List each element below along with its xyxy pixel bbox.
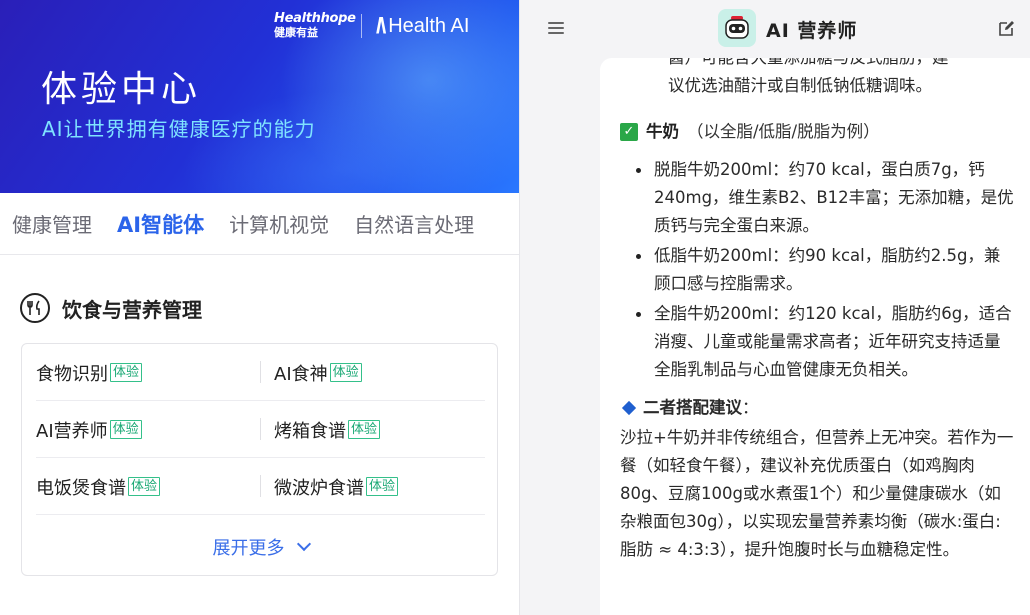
feature-label: 食物识别: [36, 363, 108, 385]
section-title: 饮食与营养管理: [62, 297, 202, 322]
try-badge[interactable]: 体验: [109, 420, 142, 439]
healthhope-logo: Healthhope 健康有益: [274, 12, 356, 38]
feature-label: 烤箱食谱: [274, 420, 346, 442]
feature-food-recognition[interactable]: 食物识别 体验: [36, 344, 143, 401]
page-subtitle: AI让世界拥有健康医疗的能力: [42, 117, 316, 141]
message-line: 酱）可能含大量添加糖与反式脂肪，建: [620, 58, 1015, 72]
feature-card: 食物识别 体验 AI食神 体验 AI营养师 体验 烤箱食谱 体验 电饭煲食谱 体…: [21, 343, 498, 576]
assistant-message: 酱）可能含大量添加糖与反式脂肪，建 议优选油醋汁或自制低钠低糖调味。 ✓ 牛奶 …: [620, 58, 1015, 564]
robot-avatar-icon: [718, 9, 756, 47]
milk-note: （以全脂/低脂/脱脂为例）: [687, 122, 880, 141]
chat-message-area: 酱）可能含大量添加糖与反式脂肪，建 议优选油醋汁或自制低钠低糖调味。 ✓ 牛奶 …: [600, 58, 1030, 615]
try-badge[interactable]: 体验: [348, 420, 381, 439]
tab-ai-agent[interactable]: AI智能体: [117, 209, 204, 239]
milk-heading: ✓ 牛奶 （以全脂/低脂/脱脂为例）: [620, 118, 1015, 146]
tab-computer-vision[interactable]: 计算机视觉: [229, 209, 329, 238]
feature-oven-recipes[interactable]: 烤箱食谱 体验: [274, 401, 381, 458]
milk-list: 脱脂牛奶200ml：约70 kcal，蛋白质7g，钙240mg，维生素B2、B1…: [620, 156, 1015, 384]
feature-rice-cooker-recipes[interactable]: 电饭煲食谱 体验: [36, 458, 161, 515]
bot-name: AI 营养师: [766, 20, 858, 42]
check-mark-icon: ✓: [620, 123, 638, 141]
combo-colon: ：: [742, 398, 759, 417]
feature-ai-chef[interactable]: AI食神 体验: [274, 344, 362, 401]
combo-paragraph: 沙拉+牛奶并非传统组合，但营养上无冲突。若作为一餐（如轻食午餐），建议补充优质蛋…: [620, 428, 1014, 559]
feature-ai-nutritionist[interactable]: AI营养师 体验: [36, 401, 142, 458]
combo-heading: 二者搭配建议：: [620, 394, 1015, 422]
column-divider: [260, 361, 261, 383]
health-ai-logo-mark: /\: [376, 13, 386, 38]
healthhope-logo-en: Healthhope: [274, 11, 356, 26]
feature-label: 电饭煲食谱: [36, 477, 126, 499]
list-item: 低脂牛奶200ml：约90 kcal，脂肪约2.5g，兼顾口感与控脂需求。: [620, 242, 1015, 298]
column-divider: [260, 418, 261, 440]
chat-header: AI 营养师: [520, 0, 1030, 58]
expand-more-button[interactable]: 展开更多: [22, 534, 499, 560]
list-item: 全脂牛奶200ml：约120 kcal，脂肪约6g，适合消瘦、儿童或能量需求高者…: [620, 300, 1015, 384]
health-ai-logo: /\ Health AI: [376, 13, 469, 39]
healthhope-logo-cn: 健康有益: [274, 26, 318, 39]
chevron-down-icon: [296, 536, 311, 552]
list-item: 脱脂牛奶200ml：约70 kcal，蛋白质7g，钙240mg，维生素B2、B1…: [620, 156, 1015, 240]
try-badge[interactable]: 体验: [110, 363, 143, 382]
tab-nlp[interactable]: 自然语言处理: [354, 209, 474, 238]
edit-icon[interactable]: [997, 18, 1017, 38]
feature-label: AI营养师: [36, 420, 108, 442]
experience-center-panel: Healthhope 健康有益 /\ Health AI 体验中心 AI让世界拥…: [0, 0, 519, 615]
category-tabs: 健康管理 AI智能体 计算机视觉 自然语言处理: [0, 193, 519, 255]
hero-banner: Healthhope 健康有益 /\ Health AI 体验中心 AI让世界拥…: [0, 0, 519, 193]
feature-row: 电饭煲食谱 体验 微波炉食谱 体验: [36, 458, 485, 515]
message-line: 议优选油醋汁或自制低钠低糖调味。: [668, 76, 932, 95]
feature-row: AI营养师 体验 烤箱食谱 体验: [36, 401, 485, 458]
milk-title: 牛奶: [646, 122, 679, 141]
column-divider: [260, 475, 261, 497]
feature-microwave-recipes[interactable]: 微波炉食谱 体验: [274, 458, 399, 515]
chat-panel: AI 营养师 酱）可能含大量添加糖与反式脂肪，建 议优选油醋汁或自制低钠低糖调味…: [519, 0, 1030, 615]
diamond-icon: [621, 400, 637, 416]
brand-divider: [361, 14, 362, 38]
tab-health-management[interactable]: 健康管理: [12, 209, 92, 238]
menu-icon[interactable]: [548, 22, 564, 34]
combo-title: 二者搭配建议: [643, 398, 742, 417]
expand-more-label: 展开更多: [212, 538, 285, 559]
health-ai-logo-text: Health AI: [388, 14, 470, 37]
feature-label: 微波炉食谱: [274, 477, 364, 499]
try-badge[interactable]: 体验: [366, 477, 399, 496]
page-title: 体验中心: [41, 69, 202, 110]
feature-label: AI食神: [274, 363, 328, 385]
feature-row: 食物识别 体验 AI食神 体验: [36, 344, 485, 401]
section-header: 饮食与营养管理: [20, 293, 202, 323]
try-badge[interactable]: 体验: [329, 363, 362, 382]
try-badge[interactable]: 体验: [128, 477, 161, 496]
fork-knife-icon: [20, 293, 50, 323]
